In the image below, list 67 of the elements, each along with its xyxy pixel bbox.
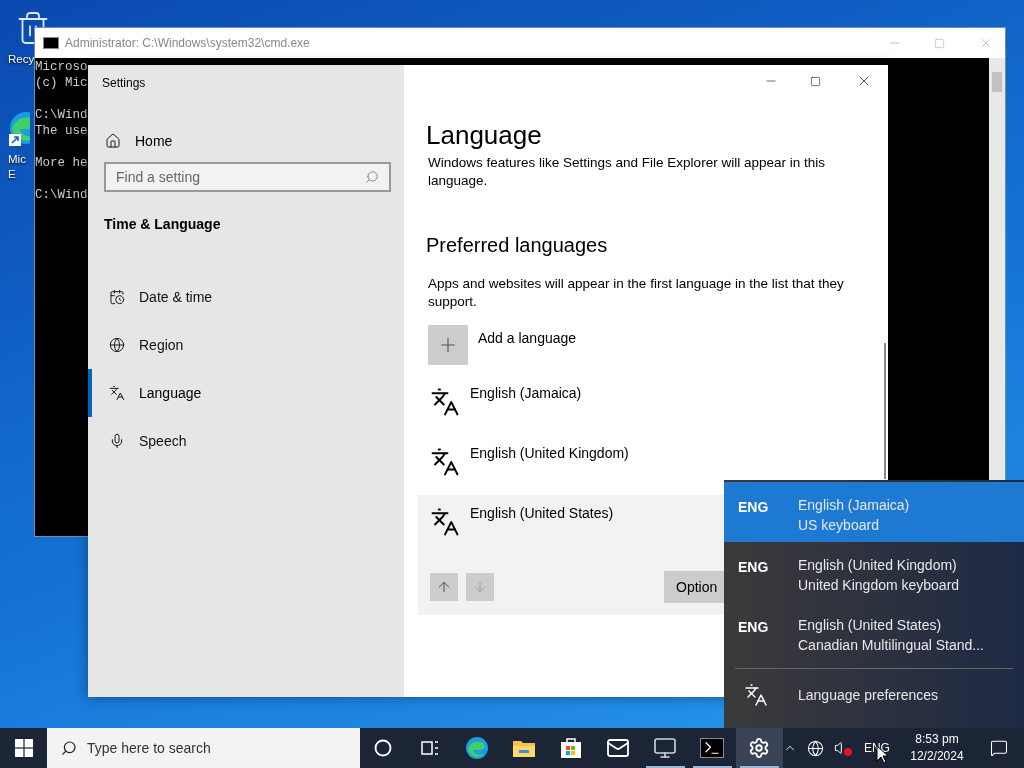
keyboard-layout: US keyboard [798,516,880,535]
globe-icon[interactable] [806,739,824,757]
notification-icon[interactable] [989,739,1008,757]
page-description: Windows features like Settings and File Explorer will appear in this language. [428,154,826,190]
console-line: C:\Wind [35,107,89,123]
edge-icon [465,736,490,760]
taskbar-app-button[interactable] [735,728,783,768]
console-line: (c) Mic [35,75,89,91]
search-field[interactable]: Find a setting [104,162,391,192]
language-name: English (Jamaica) [470,384,582,403]
language-icon [430,387,460,417]
search-input[interactable]: Find a setting [116,166,365,188]
calendar-clock-icon [109,289,125,305]
store-bag-icon [560,737,583,759]
microphone-icon [109,433,125,449]
clock[interactable]: 8:53 pm 12/2/2024 [905,731,968,765]
language-icon [430,447,460,477]
desktop-icon-label: E [8,167,16,182]
nav-item[interactable]: Date & time [88,273,404,321]
keyboard-layout: Canadian Multilingual Stand... [798,636,984,655]
language-name: English (United States) [470,504,614,523]
terminal-icon [43,37,59,49]
console-line: C:\Wind [35,187,89,203]
folder-icon [512,738,537,758]
monitor-icon [653,736,678,760]
circle-icon [374,739,393,757]
home-icon [105,133,121,149]
language-preferences-link[interactable]: Language preferences [724,683,1024,707]
language-name: English (United States) [798,616,943,635]
language-code: ENG [738,498,770,517]
envelope-icon [606,736,631,760]
console-line: Microso [35,59,89,75]
taskbar-search-field[interactable]: Type here to search [47,728,360,768]
search-icon [365,170,379,184]
desktop-icon-label: Mic [8,152,26,167]
gear-icon [748,737,771,759]
section-heading: Time & Language [104,215,222,234]
window-title: Settings [102,75,147,92]
home-nav-item[interactable]: Home [105,130,404,152]
language-code: ENG [738,618,770,637]
search-icon [61,740,77,756]
nav-item[interactable]: Language [88,369,404,417]
scrollbar[interactable] [884,343,886,479]
language-icon [109,385,125,401]
language-name: English (United Kingdom) [470,444,629,463]
section-title: Preferred languages [426,233,609,258]
task-view-icon [420,739,441,757]
add-language-label[interactable]: Add a language [478,328,577,349]
window-title: Administrator: C:\Windows\system32\cmd.exe [65,35,310,52]
maximize-icon[interactable] [810,75,821,87]
nav-item[interactable]: Region [88,321,404,369]
page-title: Language [426,119,543,151]
language-icon [744,683,768,707]
language-icon [430,507,460,537]
options-button[interactable]: Option [664,571,724,603]
nav-item[interactable]: Speech [88,417,404,465]
globe-icon [109,337,125,353]
console-line: The use [35,123,89,139]
console-line: More he [35,155,89,171]
language-code: ENG [738,558,770,577]
muted-speaker-icon[interactable] [833,740,852,756]
search-input[interactable]: Type here to search [87,737,360,759]
section-description: Apps and websites will appear in the first language in the list that they support. [428,275,845,311]
input-language-item[interactable]: ENG English (Jamaica) US keyboard [724,482,1024,542]
desktop-icon-label: Recy [8,52,35,67]
terminal-icon [700,738,725,758]
windows-logo-icon [14,739,33,757]
